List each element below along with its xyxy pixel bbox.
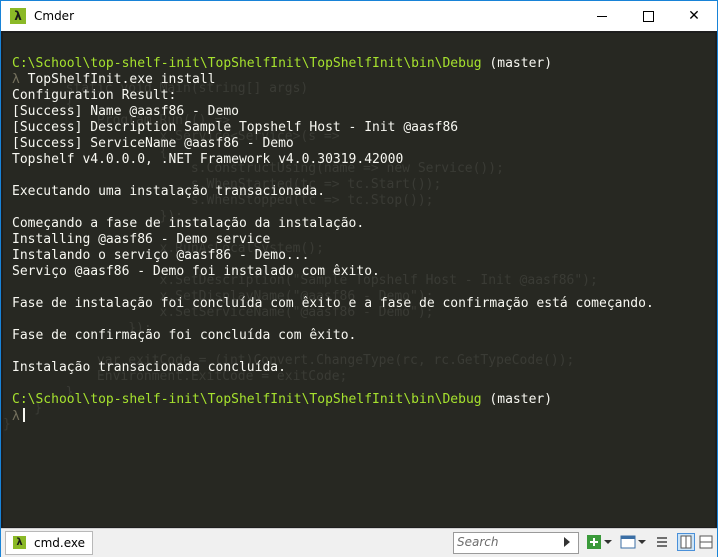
lambda-icon: λ [13,536,26,549]
layout-icon[interactable] [697,533,715,551]
cmder-window: λ Cmder ✕ static void Main(string[] args… [0,0,718,557]
console-line: Topshelf v4.0.0.0, .NET Framework v4.0.3… [12,152,654,168]
command-text: TopShelfInit.exe install [19,72,216,87]
prompt-path: C:\School\top-shelf-init\TopShelfInit\To… [12,392,482,407]
add-console-icon[interactable] [585,533,603,551]
maximize-button[interactable] [625,1,671,31]
console-area[interactable]: static void Main(string[] args) { Progra… [3,33,715,527]
console-line: Instalação transacionada concluída. [12,360,654,376]
lambda-icon[interactable]: λ [10,8,26,24]
tab-label: cmd.exe [34,536,86,550]
prompt-lambda: λ [12,72,20,87]
console-line: λ [12,408,654,424]
chevron-down-icon[interactable] [603,533,613,551]
output-text: Topshelf v4.0.0.0, .NET Framework v4.0.3… [12,152,404,167]
git-branch: (master) [481,56,553,71]
prompt-lambda: λ [12,409,20,424]
tab-cmd[interactable]: λ cmd.exe [5,531,93,555]
console-line: Installing @aasf86 - Demo service [12,232,654,248]
output-text: [Success] Description Sample Topshelf Ho… [12,120,459,135]
console-output: C:\School\top-shelf-init\TopShelfInit\To… [12,56,654,424]
console-line: Começando a fase de instalação da instal… [12,216,654,232]
console-line: C:\School\top-shelf-init\TopShelfInit\To… [12,392,654,408]
minimize-button[interactable] [579,1,625,31]
console-line: Fase de confirmação foi concluída com êx… [12,328,654,344]
search-input[interactable] [457,534,553,550]
search-box[interactable] [453,532,579,554]
text-cursor [22,408,25,422]
git-branch: (master) [481,392,553,407]
close-button[interactable]: ✕ [671,1,717,31]
output-text: [Success] Name @aasf86 - Demo [12,104,239,119]
search-arrow-icon[interactable] [562,535,572,549]
console-line: Executando uma instalação transacionada. [12,184,654,200]
status-bar: λ cmd.exe [1,528,717,557]
output-text: Fase de instalação foi concluída com êxi… [12,296,654,311]
close-icon: ✕ [688,8,700,24]
console-line: [Success] Description Sample Topshelf Ho… [12,120,654,136]
settings-menu-icon[interactable] [653,533,671,551]
console-line: [Success] Name @aasf86 - Demo [12,104,654,120]
title-bar[interactable]: λ Cmder ✕ [1,1,717,31]
output-text: Executando uma instalação transacionada. [12,184,326,199]
prompt-path: C:\School\top-shelf-init\TopShelfInit\To… [12,56,482,71]
split-view-icon[interactable] [677,533,695,551]
output-text: Fase de confirmação foi concluída com êx… [12,328,357,343]
output-text: [Success] ServiceName @aasf86 - Demo [12,136,294,151]
maximize-icon [642,10,654,22]
console-line: [Success] ServiceName @aasf86 - Demo [12,136,654,152]
output-text: Configuration Result: [12,88,177,103]
output-text: Começando a fase de instalação da instal… [12,216,365,231]
output-text: Instalando o serviço @aasf86 - Demo... [12,248,310,263]
chevron-down-icon[interactable] [637,533,647,551]
window-title: Cmder [34,9,75,23]
console-line: C:\School\top-shelf-init\TopShelfInit\To… [12,56,654,72]
minimize-icon [597,15,607,17]
output-text: Instalação transacionada concluída. [12,360,286,375]
console-line: Instalando o serviço @aasf86 - Demo... [12,248,654,264]
console-line: Fase de instalação foi concluída com êxi… [12,296,654,312]
console-line: Serviço @aasf86 - Demo foi instalado com… [12,264,654,280]
console-line: Configuration Result: [12,88,654,104]
output-text: Installing @aasf86 - Demo service [12,232,271,247]
console-list-icon[interactable] [619,533,637,551]
output-text: Serviço @aasf86 - Demo foi instalado com… [12,264,380,279]
console-line: λ TopShelfInit.exe install [12,72,654,88]
